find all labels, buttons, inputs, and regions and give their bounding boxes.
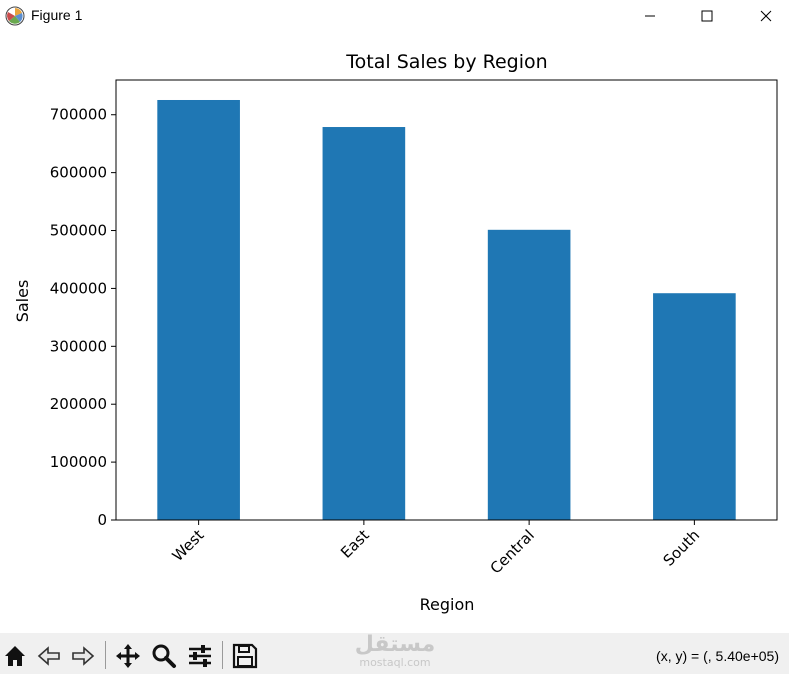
pan-icon[interactable] — [115, 643, 141, 669]
watermark-logo: مستقل mostaql.com — [345, 633, 445, 673]
toolbar-separator — [105, 641, 106, 669]
matplotlib-icon — [5, 6, 25, 26]
y-tick-label: 500000 — [50, 222, 107, 240]
forward-icon[interactable] — [70, 643, 96, 669]
y-tick-label: 300000 — [50, 337, 107, 355]
x-tick-label: West — [169, 526, 208, 565]
bar-chart: Total Sales by Region Region Sales West E… — [13, 51, 778, 614]
chart-title: Total Sales by Region — [345, 51, 547, 73]
x-axis-label: Region — [420, 595, 475, 614]
configure-subplots-icon[interactable] — [187, 643, 213, 669]
bar-central — [487, 229, 571, 521]
minimize-icon — [645, 15, 655, 17]
save-icon[interactable] — [232, 643, 258, 669]
bar-south — [653, 293, 736, 520]
figure-canvas[interactable]: Total Sales by Region Region Sales West E… — [0, 32, 789, 633]
y-tick-label: 100000 — [50, 453, 107, 471]
close-icon — [760, 10, 772, 22]
watermark-main: مستقل — [354, 632, 436, 657]
home-icon[interactable] — [2, 643, 28, 669]
zoom-icon[interactable] — [151, 643, 177, 669]
back-icon[interactable] — [36, 643, 62, 669]
y-axis-label: Sales — [13, 280, 32, 323]
window-titlebar: Figure 1 — [0, 0, 789, 32]
y-tick-label: 200000 — [50, 395, 107, 413]
x-tick-label: South — [660, 526, 704, 570]
navigation-toolbar: مستقل mostaql.com (x, y) = (, 5.40e+05) — [0, 633, 789, 674]
maximize-icon — [701, 10, 713, 22]
bar-east — [322, 127, 406, 521]
y-tick-label: 400000 — [50, 279, 107, 297]
y-tick-label: 0 — [97, 511, 107, 529]
window-title: Figure 1 — [31, 7, 83, 23]
x-tick-label: East — [337, 526, 373, 562]
toolbar-separator — [222, 641, 223, 669]
close-button[interactable] — [743, 0, 789, 32]
cursor-coordinates: (x, y) = (, 5.40e+05) — [656, 648, 779, 664]
y-tick-label: 700000 — [50, 106, 107, 124]
y-tick-label: 600000 — [50, 164, 107, 182]
bar-west — [157, 99, 240, 521]
x-tick-label: Central — [487, 526, 538, 577]
minimize-button[interactable] — [627, 0, 673, 32]
maximize-button[interactable] — [684, 0, 730, 32]
watermark-sub: mostaql.com — [359, 656, 431, 669]
